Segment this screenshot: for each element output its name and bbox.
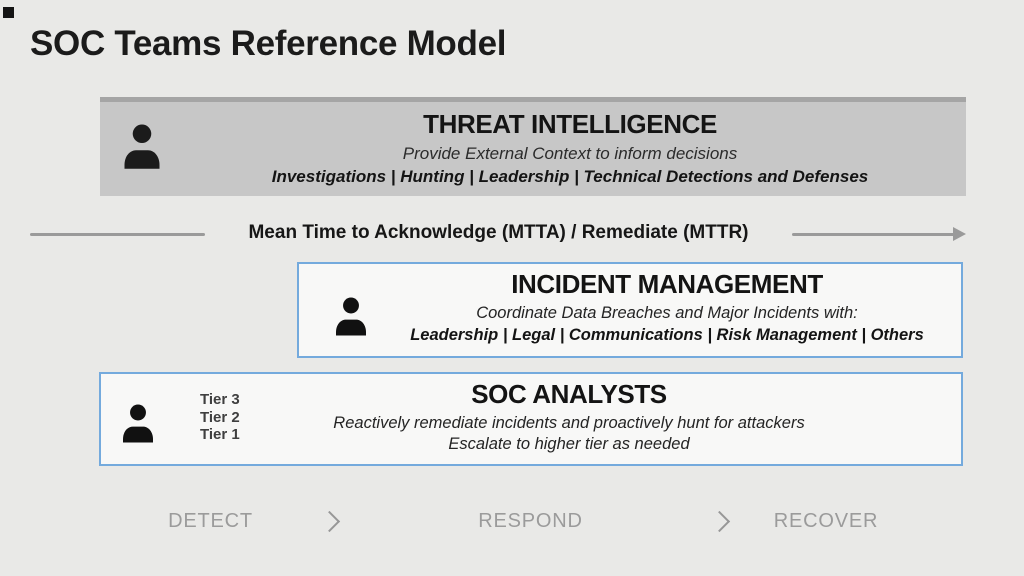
soc-analysts-title: SOC ANALYSTS [471, 379, 667, 410]
mtta-line-right [792, 233, 955, 236]
right-arrow-icon [953, 227, 966, 241]
mtta-line-left [30, 233, 205, 236]
incident-management-subtitle: Coordinate Data Breaches and Major Incid… [476, 304, 858, 323]
mtta-label: Mean Time to Acknowledge (MTTA) / Remedi… [205, 222, 792, 244]
slide-title: SOC Teams Reference Model [30, 24, 506, 64]
soc-analysts-text: SOC ANALYSTS Reactively remediate incide… [177, 374, 961, 464]
threat-intelligence-text: THREAT INTELLIGENCE Provide External Con… [174, 102, 966, 196]
soc-analysts-box: Tier 3 Tier 2 Tier 1 SOC ANALYSTS Reacti… [99, 372, 963, 466]
incident-management-detail: Leadership | Legal | Communications | Ri… [410, 326, 924, 345]
phase-recover: RECOVER [772, 510, 880, 533]
person-icon [333, 294, 369, 343]
threat-intelligence-subtitle: Provide External Context to inform decis… [403, 144, 738, 164]
soc-analysts-detail: Escalate to higher tier as needed [448, 435, 689, 454]
chevron-right-icon [319, 511, 340, 532]
incident-management-title: INCIDENT MANAGEMENT [511, 269, 823, 300]
incident-management-box: INCIDENT MANAGEMENT Coordinate Data Brea… [297, 262, 963, 358]
threat-intelligence-title: THREAT INTELLIGENCE [423, 109, 717, 140]
phase-respond: RESPOND [473, 510, 588, 533]
person-icon [120, 400, 156, 451]
chevron-right-icon [709, 511, 730, 532]
phase-detect: DETECT [158, 510, 263, 533]
corner-marker [3, 7, 14, 18]
slide: SOC Teams Reference Model THREAT INTELLI… [0, 0, 1024, 576]
incident-management-text: INCIDENT MANAGEMENT Coordinate Data Brea… [373, 264, 961, 356]
person-icon [121, 120, 163, 177]
soc-analysts-subtitle: Reactively remediate incidents and proac… [333, 414, 804, 433]
threat-intelligence-box: THREAT INTELLIGENCE Provide External Con… [100, 97, 966, 196]
threat-intelligence-detail: Investigations | Hunting | Leadership | … [272, 167, 869, 187]
